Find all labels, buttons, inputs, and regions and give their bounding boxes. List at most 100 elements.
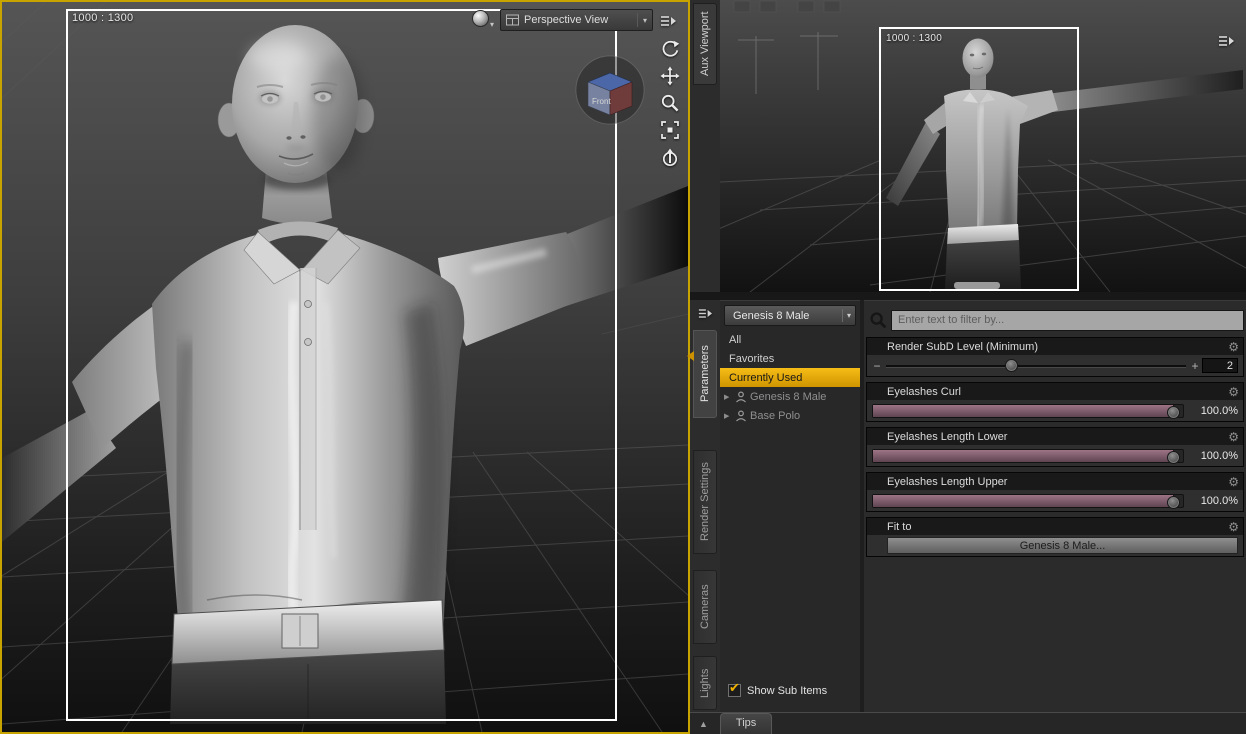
param-label: Eyelashes Length Upper (887, 475, 1008, 488)
list-item-genesis-8-male[interactable]: ▶ Genesis 8 Male (720, 387, 860, 406)
scene-selector-panel: Genesis 8 Male ▾ All Favorites Currently… (720, 300, 860, 712)
expand-arrow-icon[interactable]: ▶ (724, 412, 732, 420)
aim-icon[interactable] (657, 147, 683, 167)
list-item-base-polo[interactable]: ▶ Base Polo (720, 406, 860, 425)
slider-value[interactable]: 100.0% (1190, 405, 1238, 417)
gear-icon[interactable]: ⚙ (1228, 521, 1239, 533)
figure-icon (736, 410, 746, 421)
expand-up-arrow-icon[interactable]: ▲ (699, 719, 708, 729)
figure-icon (736, 391, 746, 402)
gear-icon[interactable]: ⚙ (1228, 431, 1239, 443)
tab-aux-viewport[interactable]: Aux Viewport (693, 3, 717, 85)
slider-fill (873, 494, 1174, 507)
bottom-bar: ▲ Tips (690, 712, 1246, 734)
nav-cube[interactable]: Front (572, 52, 648, 128)
aux-viewport-canvas[interactable] (720, 0, 1246, 292)
view-selector-value: Perspective View (524, 14, 609, 26)
show-sub-items-label: Show Sub Items (747, 684, 828, 697)
pane-menu-icon[interactable] (698, 306, 712, 324)
pane-collapse-arrow[interactable] (687, 351, 694, 361)
tab-label: Aux Viewport (699, 11, 711, 77)
slider-value[interactable]: 100.0% (1190, 450, 1238, 462)
slider-fill (873, 449, 1174, 462)
aux-viewport[interactable]: 1000 : 1300 (720, 0, 1246, 292)
param-button-row: Genesis 8 Male... (867, 535, 1243, 556)
param-group-eyelashes-curl: Eyelashes Curl ⚙ 100.0% (866, 382, 1244, 422)
check-icon: ✔ (729, 680, 740, 695)
divider (636, 13, 638, 27)
slider-track[interactable] (886, 358, 1186, 374)
view-selector-dropdown[interactable]: Perspective View ▾ (500, 9, 653, 31)
app-window: 1000 : 1300 ▾ Perspective View ▾ Front A… (0, 0, 1246, 734)
tab-label: Lights (699, 668, 711, 698)
param-label: Fit to (887, 520, 912, 533)
param-slider-row: 100.0% (867, 445, 1243, 466)
param-label: Render SubD Level (Minimum) (887, 340, 1038, 353)
param-header: Fit to ⚙ (867, 518, 1243, 535)
aux-pane-menu-icon[interactable] (1218, 34, 1234, 52)
param-group-eyelashes-length-upper: Eyelashes Length Upper ⚙ 100.0% (866, 472, 1244, 512)
slider-thumb[interactable] (1166, 495, 1180, 509)
tab-parameters[interactable]: Parameters (693, 330, 717, 418)
orbit-rotate-icon[interactable] (657, 39, 683, 59)
scene-node-dropdown[interactable]: Genesis 8 Male ▾ (724, 305, 856, 326)
slider-thumb[interactable] (1166, 405, 1180, 419)
tab-label: Render Settings (699, 462, 711, 542)
scene-node-value: Genesis 8 Male (733, 309, 810, 322)
tab-render-settings[interactable]: Render Settings (693, 450, 717, 554)
chevron-down-icon: ▾ (642, 15, 647, 25)
viewport-tool-column (657, 39, 683, 167)
show-sub-items-toggle[interactable]: ✔ Show Sub Items (728, 680, 828, 697)
chevron-down-icon: ▾ (846, 311, 851, 320)
param-group-fit-to: Fit to ⚙ Genesis 8 Male... (866, 517, 1244, 557)
frame-icon[interactable] (657, 120, 683, 140)
list-item-currently-used[interactable]: Currently Used (720, 368, 860, 387)
slider-plus-button[interactable]: + (1190, 360, 1200, 372)
slider-minus-button[interactable]: − (872, 360, 882, 372)
slider-thumb[interactable] (1166, 450, 1180, 464)
param-label: Eyelashes Length Lower (887, 430, 1008, 443)
param-slider-row: − + 2 (867, 355, 1243, 376)
tips-label: Tips (735, 717, 757, 729)
gear-icon[interactable]: ⚙ (1228, 386, 1239, 398)
show-sub-items-checkbox[interactable]: ✔ (728, 680, 741, 697)
horizontal-splitter[interactable] (690, 292, 1246, 300)
filter-input[interactable] (891, 309, 1244, 331)
slider-track[interactable] (872, 448, 1184, 464)
list-item-favorites[interactable]: Favorites (720, 349, 860, 368)
gear-icon[interactable]: ⚙ (1228, 476, 1239, 488)
param-label: Eyelashes Curl (887, 385, 961, 398)
drawstyle-sphere-button[interactable]: ▾ (472, 10, 494, 29)
tab-label: Parameters (699, 345, 711, 403)
fit-to-button[interactable]: Genesis 8 Male... (887, 537, 1238, 554)
slider-fill (873, 404, 1174, 417)
param-slider-row: 100.0% (867, 400, 1243, 421)
viewport-icon (506, 14, 519, 26)
viewport-pane-menu-icon[interactable] (660, 14, 676, 32)
expand-arrow-icon[interactable]: ▶ (724, 393, 732, 401)
param-group-render-subd: Render SubD Level (Minimum) ⚙ − + 2 (866, 337, 1244, 377)
tips-tab[interactable]: Tips (719, 713, 773, 734)
search-icon (870, 312, 887, 329)
param-header: Eyelashes Length Lower ⚙ (867, 428, 1243, 445)
zoom-icon[interactable] (657, 93, 683, 113)
gear-icon[interactable]: ⚙ (1228, 341, 1239, 353)
aspect-frame-label: 1000 : 1300 (886, 33, 943, 44)
aspect-frame-label: 1000 : 1300 (72, 12, 134, 24)
slider-thumb[interactable] (1005, 359, 1018, 372)
tab-cameras[interactable]: Cameras (693, 570, 717, 644)
aux-viewport-tab-strip: Aux Viewport (690, 0, 720, 292)
scene-filter-list: All Favorites Currently Used ▶ Genesis 8… (720, 330, 860, 425)
list-item-all[interactable]: All (720, 330, 860, 349)
slider-value-box[interactable]: 2 (1202, 358, 1238, 373)
param-header: Render SubD Level (Minimum) ⚙ (867, 338, 1243, 355)
pan-icon[interactable] (657, 66, 683, 86)
tab-lights[interactable]: Lights (693, 656, 717, 710)
aux-scrollbar-thumb[interactable] (954, 282, 1000, 289)
slider-value[interactable]: 100.0% (1190, 495, 1238, 507)
chevron-down-icon: ▾ (490, 20, 495, 29)
slider-track[interactable] (872, 493, 1184, 509)
slider-track[interactable] (872, 403, 1184, 419)
main-viewport[interactable]: 1000 : 1300 ▾ Perspective View ▾ Front (0, 0, 690, 734)
parameters-tab-strip: Parameters Render Settings Cameras Light… (690, 300, 720, 712)
